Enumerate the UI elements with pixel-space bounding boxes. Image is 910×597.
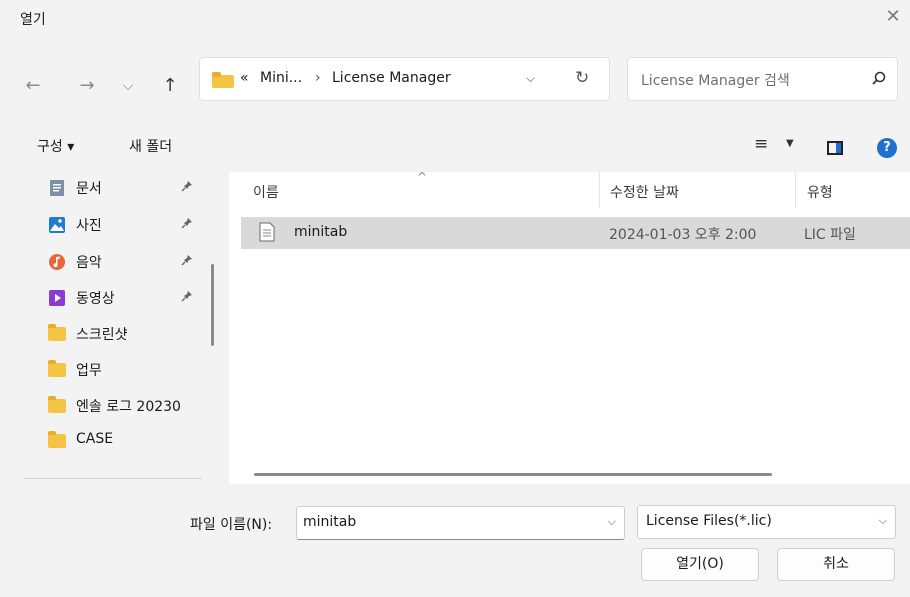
help-icon[interactable]: ?: [877, 138, 897, 158]
sidebar-item-pictures[interactable]: 사진: [48, 213, 208, 237]
filename-combobox[interactable]: minitab ⌵: [296, 506, 625, 540]
title-bar: 열기 ✕: [0, 0, 910, 40]
up-arrow-icon[interactable]: ↑: [158, 74, 182, 98]
pin-icon[interactable]: [181, 217, 193, 232]
sidebar-divider: [24, 478, 202, 479]
column-header-modified[interactable]: 수정한 날짜: [610, 182, 679, 202]
column-divider[interactable]: [795, 172, 796, 208]
column-divider[interactable]: [599, 172, 600, 208]
back-arrow-icon[interactable]: ←: [21, 74, 45, 98]
sidebar-scrollbar[interactable]: [211, 264, 214, 346]
file-row-selected[interactable]: minitab 2024-01-03 오후 2:00 LIC 파일: [241, 217, 910, 249]
file-type: LIC 파일: [804, 227, 856, 243]
folder-icon: [212, 72, 234, 92]
sort-ascending-icon: ^: [417, 170, 428, 184]
music-icon: [48, 253, 66, 271]
sidebar-item-screenshots[interactable]: 스크린샷: [48, 322, 208, 346]
sidebar-item-work[interactable]: 업무: [48, 358, 208, 382]
sidebar-item-label: CASE: [76, 431, 114, 447]
breadcrumb-overflow[interactable]: «: [240, 70, 249, 86]
open-button[interactable]: 열기(O): [641, 548, 759, 581]
open-file-dialog: 열기 ✕ ← → ⌵ ↑ « Mini... › License Manager…: [0, 0, 910, 597]
folder-icon: [48, 396, 66, 415]
filetype-select[interactable]: License Files(*.lic) ⌵: [637, 505, 896, 539]
refresh-icon[interactable]: ↻: [575, 68, 589, 88]
sidebar-item-label: 문서: [76, 181, 102, 197]
file-list: ^ 이름 수정한 날짜 유형 minitab 2024-01-03 오후 2:0…: [229, 170, 910, 484]
search-box[interactable]: License Manager 검색: [627, 57, 898, 101]
sidebar-item-label: 업무: [76, 363, 102, 379]
sidebar-item-label: 스크린샷: [76, 327, 128, 343]
search-icon[interactable]: [871, 70, 887, 90]
command-toolbar: 구성 ▾ 새 폴더 ≡ ▼ ?: [0, 122, 910, 172]
pictures-icon: [48, 216, 66, 234]
search-input[interactable]: License Manager 검색: [641, 70, 790, 90]
documents-icon: [48, 179, 66, 197]
pin-icon[interactable]: [181, 180, 193, 195]
recent-locations-chevron-icon[interactable]: ⌵: [116, 74, 140, 98]
folder-icon: [48, 431, 66, 450]
filename-label: 파일 이름(N):: [190, 517, 273, 533]
address-bar[interactable]: « Mini... › License Manager ⌵ ↻: [199, 57, 610, 101]
breadcrumb-item-minitab[interactable]: Mini...: [260, 70, 302, 86]
sidebar-item-case[interactable]: CASE: [48, 429, 208, 453]
close-icon[interactable]: ✕: [880, 4, 906, 30]
folder-icon: [48, 360, 66, 379]
sidebar-item-music[interactable]: 음악: [48, 250, 208, 274]
view-dropdown-icon[interactable]: ▼: [786, 138, 794, 149]
file-icon: [259, 222, 275, 246]
navigation-bar: ← → ⌵ ↑ « Mini... › License Manager ⌵ ↻ …: [0, 40, 910, 122]
chevron-down-icon[interactable]: ⌵: [879, 514, 887, 528]
sidebar-item-label: 엔솔 로그 20230: [76, 399, 181, 415]
pin-icon[interactable]: [181, 254, 193, 269]
new-folder-button[interactable]: 새 폴더: [129, 136, 172, 156]
pin-icon[interactable]: [181, 290, 193, 305]
organize-button[interactable]: 구성 ▾: [37, 136, 74, 156]
chevron-down-icon[interactable]: ⌵: [608, 515, 616, 529]
view-options-icon[interactable]: ≡: [754, 134, 768, 154]
sidebar-item-label: 동영상: [76, 291, 115, 307]
forward-arrow-icon[interactable]: →: [75, 74, 99, 98]
breadcrumb-item-license-manager[interactable]: License Manager: [332, 70, 451, 86]
folder-icon: [48, 324, 66, 343]
preview-pane-icon[interactable]: [827, 141, 843, 155]
dialog-footer: 파일 이름(N): minitab ⌵ License Files(*.lic)…: [0, 484, 910, 597]
videos-icon: [48, 289, 66, 307]
sidebar-item-label: 사진: [76, 218, 102, 234]
sidebar-item-videos[interactable]: 동영상: [48, 286, 208, 310]
sidebar-item-label: 음악: [76, 255, 102, 271]
column-header-type[interactable]: 유형: [807, 182, 833, 202]
file-name: minitab: [294, 224, 348, 240]
horizontal-scrollbar[interactable]: [254, 473, 772, 476]
column-header-name[interactable]: 이름: [253, 182, 279, 202]
navigation-pane: 문서 사진 음악 동영상 스크린샷 업무 엔솔 로그 20230 CASE: [0, 172, 222, 484]
filetype-value: License Files(*.lic): [646, 513, 772, 529]
file-modified-date: 2024-01-03 오후 2:00: [609, 227, 757, 243]
filename-input[interactable]: minitab: [303, 514, 356, 530]
breadcrumb-separator-icon: ›: [315, 70, 321, 86]
sidebar-item-documents[interactable]: 문서: [48, 176, 208, 200]
address-dropdown-icon[interactable]: ⌵: [526, 71, 535, 86]
window-title: 열기: [20, 12, 46, 28]
cancel-button[interactable]: 취소: [777, 548, 895, 581]
sidebar-item-ensol-log[interactable]: 엔솔 로그 20230: [48, 394, 208, 418]
